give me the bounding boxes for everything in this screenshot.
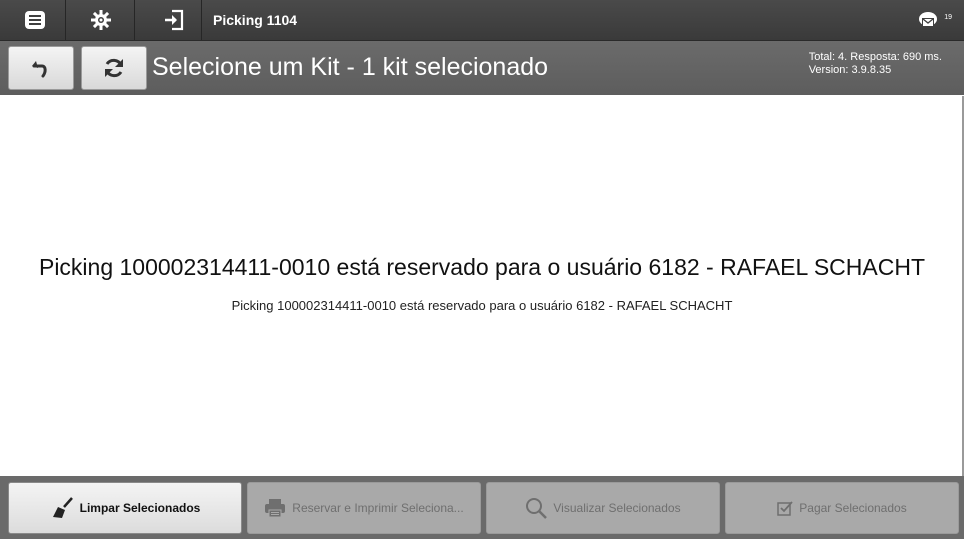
reservation-message: Picking 100002314411-0010 está reservado… [38, 254, 926, 280]
version-text: Version: 3.9.8.35 [808, 64, 892, 76]
header-bar: Selecione um Kit - 1 kit selecionado Tot… [0, 41, 964, 95]
checkbox-icon [777, 500, 793, 516]
messages-count: 19 [944, 14, 952, 21]
pay-selected-button[interactable]: Pagar Selecionados [725, 482, 959, 534]
divider [134, 0, 135, 40]
sign-in-icon [165, 9, 184, 31]
page-title: Selecione um Kit - 1 kit selecionado [152, 53, 549, 81]
top-bar: Picking 1104 19 [0, 0, 964, 41]
menu-button[interactable] [18, 4, 52, 36]
printer-icon [264, 498, 286, 518]
refresh-icon [105, 58, 123, 78]
clear-selected-button[interactable]: Limpar Selecionados [8, 482, 242, 534]
response-info: Total: 4. Resposta: 690 ms. Version: 3.9… [809, 51, 942, 77]
refresh-button[interactable] [81, 46, 147, 90]
back-button[interactable] [8, 46, 74, 90]
gear-icon [91, 10, 111, 30]
divider [65, 0, 66, 40]
reserve-print-label: Reservar e Imprimir Seleciona... [292, 501, 464, 515]
settings-button[interactable] [84, 4, 118, 36]
login-button[interactable] [157, 4, 191, 36]
divider [201, 0, 202, 40]
search-icon [525, 497, 548, 519]
total-response-text: Total: 4. Resposta: 690 ms. [808, 51, 942, 63]
broom-icon [50, 497, 74, 519]
reservation-submessage: Picking 100002314411-0010 está reservado… [231, 298, 733, 313]
view-selected-button[interactable]: Visualizar Selecionados [486, 482, 720, 534]
reserve-print-button[interactable]: Reservar e Imprimir Seleciona... [247, 482, 481, 534]
view-selected-label: Visualizar Selecionados [553, 501, 681, 515]
action-bar: Limpar Selecionados Reservar e Imprimir … [0, 476, 964, 539]
undo-icon [32, 61, 47, 78]
app-title: Picking 1104 [213, 12, 298, 28]
pay-selected-label: Pagar Selecionados [799, 501, 907, 515]
envelope-icon[interactable] [918, 12, 938, 28]
clear-selected-label: Limpar Selecionados [79, 501, 201, 515]
menu-icon [25, 11, 45, 29]
